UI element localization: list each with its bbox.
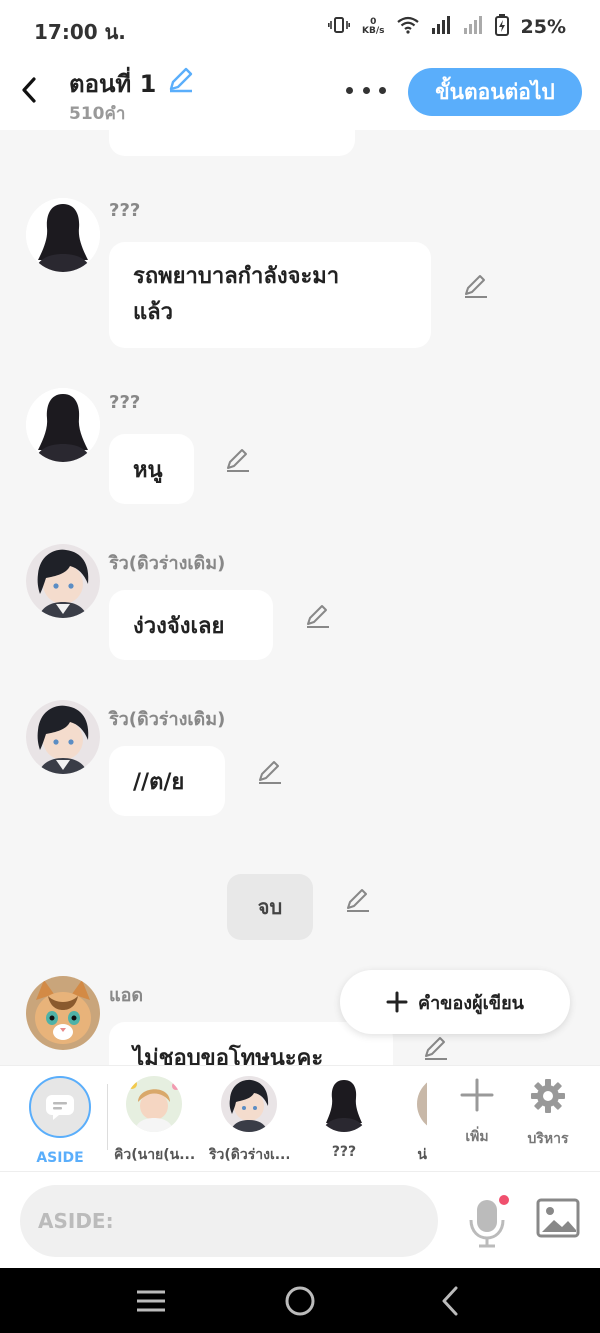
- message-input[interactable]: ASIDE:: [20, 1185, 438, 1257]
- pencil-icon: [347, 889, 369, 912]
- vibrate-icon: [328, 15, 351, 39]
- microphone-icon: [469, 1195, 509, 1248]
- character-unknown[interactable]: ???: [304, 1076, 384, 1160]
- edit-message-button[interactable]: [344, 886, 372, 914]
- word-count: 510คำ: [69, 104, 126, 124]
- end-marker[interactable]: จบ: [227, 874, 313, 940]
- add-character-button[interactable]: เพิ่ม: [442, 1078, 512, 1148]
- avatar-ryu: [221, 1076, 277, 1132]
- message-bubble-cut[interactable]: [109, 130, 355, 156]
- edit-message-button[interactable]: [462, 272, 490, 300]
- voice-input-button[interactable]: [466, 1194, 512, 1248]
- chat-bubble-icon: [46, 1095, 74, 1120]
- avatar-cat[interactable]: [26, 976, 100, 1050]
- battery-charging-icon: [494, 14, 509, 40]
- message-text: ไม่ชอบขอโทษนะคะ: [133, 1046, 324, 1065]
- speaker-name: ???: [109, 200, 141, 221]
- episode-title: ตอนที่ 1: [69, 70, 157, 98]
- status-icons: 0 KB/s 25%: [328, 14, 566, 40]
- character-label: น่: [417, 1147, 427, 1163]
- character-partial[interactable]: น่: [399, 1076, 427, 1166]
- aside-avatar: [29, 1076, 91, 1138]
- more-options-button[interactable]: [346, 78, 386, 102]
- message-text: หนู: [133, 457, 163, 483]
- plus-icon: [386, 991, 408, 1013]
- home-button[interactable]: [283, 1284, 317, 1318]
- gear-icon: [531, 1079, 565, 1113]
- menu-icon: [137, 1290, 165, 1312]
- message-bubble[interactable]: //ต/ย: [109, 746, 225, 816]
- character-kiw[interactable]: คิว(นาย(น...: [114, 1076, 194, 1166]
- pencil-icon: [465, 275, 487, 298]
- avatar-silhouette: [316, 1076, 372, 1132]
- pencil-icon: [259, 761, 281, 784]
- system-back-button[interactable]: [434, 1284, 468, 1318]
- dot-icon: [346, 86, 353, 94]
- dot-icon: [362, 86, 370, 94]
- message-input-row: ASIDE:: [0, 1171, 600, 1269]
- avatar-ryu[interactable]: [26, 544, 100, 618]
- edit-message-button[interactable]: [256, 758, 284, 786]
- character-aside[interactable]: ASIDE: [20, 1076, 100, 1166]
- system-nav-bar: [0, 1268, 600, 1333]
- edit-message-button[interactable]: [422, 1034, 450, 1062]
- speaker-name: แอด: [109, 985, 144, 1006]
- signal-icon-2: [463, 16, 483, 38]
- signal-icon: [431, 16, 451, 38]
- edit-message-button[interactable]: [224, 446, 252, 474]
- plus-icon: [460, 1078, 494, 1112]
- message-bubble[interactable]: หนู: [109, 434, 194, 504]
- avatar-silhouette[interactable]: [26, 388, 100, 462]
- divider: [107, 1084, 108, 1150]
- wifi-icon: [396, 16, 419, 38]
- dot-icon: [379, 86, 386, 94]
- editor-header: ตอนที่ 1 510คำ ขั้นตอนต่อไป: [0, 56, 600, 130]
- pencil-icon: [307, 605, 329, 628]
- chat-area[interactable]: ??? รถพยาบาลกำลังจะมา แล้ว ??? หนู ริว(ด…: [0, 130, 600, 1065]
- character-selector: ASIDE คิว(นาย(น... ริว(ดิวร่างเ... ??? น…: [0, 1065, 600, 1172]
- character-label: ASIDE: [36, 1150, 84, 1166]
- character-label: คิว(นาย(น...: [114, 1147, 194, 1163]
- battery-level: 25%: [520, 16, 566, 38]
- manage-button[interactable]: บริหาร: [513, 1078, 583, 1150]
- edit-title-button[interactable]: [166, 64, 196, 98]
- character-label: ริว(ดิวร่างเ...: [209, 1147, 289, 1163]
- character-ryu[interactable]: ริว(ดิวร่างเ...: [209, 1076, 289, 1166]
- message-text: ง่วงจังเลย: [133, 613, 225, 639]
- avatar-partial: [417, 1076, 427, 1132]
- status-bar: 17:00 น. 0 KB/s 25%: [0, 0, 600, 56]
- character-label: ???: [331, 1144, 357, 1160]
- network-speed: 0 KB/s: [362, 17, 385, 36]
- message-text-line: รถพยาบาลกำลังจะมา: [133, 264, 340, 289]
- recent-apps-button[interactable]: [134, 1284, 168, 1318]
- next-step-button[interactable]: ขั้นตอนต่อไป: [408, 68, 582, 116]
- writer-note-label: คำของผู้เขียน: [418, 992, 524, 1014]
- message-bubble[interactable]: รถพยาบาลกำลังจะมา แล้ว: [109, 242, 431, 348]
- speaker-name: ???: [109, 392, 141, 413]
- pencil-icon: [169, 67, 193, 93]
- message-text-line: แล้ว: [133, 300, 174, 325]
- avatar-ryu[interactable]: [26, 700, 100, 774]
- message-bubble[interactable]: ไม่ชอบขอโทษนะคะ: [109, 1022, 393, 1065]
- speaker-name: ริว(ดิวร่างเดิม): [109, 709, 226, 730]
- image-icon: [536, 1198, 580, 1238]
- status-time: 17:00 น.: [34, 20, 126, 44]
- record-dot: [499, 1195, 509, 1205]
- back-button[interactable]: [14, 72, 44, 108]
- manage-label: บริหาร: [527, 1131, 569, 1147]
- back-arrow-icon: [442, 1286, 458, 1316]
- add-label: เพิ่ม: [465, 1129, 489, 1145]
- add-writer-note-button[interactable]: คำของผู้เขียน: [340, 970, 570, 1034]
- chevron-left-icon: [22, 77, 36, 103]
- message-text: //ต/ย: [133, 769, 185, 795]
- message-bubble[interactable]: ง่วงจังเลย: [109, 590, 273, 660]
- avatar-silhouette[interactable]: [26, 198, 100, 272]
- avatar-kiw: [126, 1076, 182, 1132]
- insert-image-button[interactable]: [536, 1198, 582, 1244]
- edit-message-button[interactable]: [304, 602, 332, 630]
- pencil-icon: [425, 1037, 447, 1060]
- speaker-name: ริว(ดิวร่างเดิม): [109, 553, 226, 574]
- home-circle-icon: [285, 1286, 315, 1316]
- pencil-icon: [227, 449, 249, 472]
